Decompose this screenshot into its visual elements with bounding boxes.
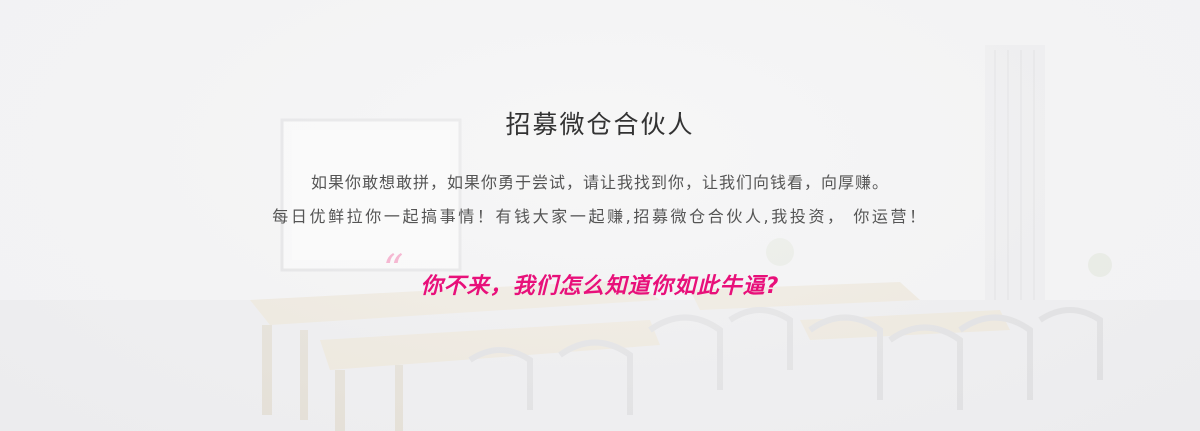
- banner-content: 招募微仓合伙人 如果你敢想敢拼，如果你勇于尝试，请让我找到你，让我们向钱看，向厚…: [0, 0, 1200, 431]
- recruitment-banner: 招募微仓合伙人 如果你敢想敢拼，如果你勇于尝试，请让我找到你，让我们向钱看，向厚…: [0, 0, 1200, 431]
- banner-title: 招募微仓合伙人: [505, 110, 695, 139]
- banner-slogan: 你不来，我们怎么知道你如此牛逼?: [420, 274, 780, 299]
- banner-intro-line: 如果你敢想敢拼，如果你勇于尝试，请让我找到你，让我们向钱看，向厚赚。: [310, 173, 889, 192]
- banner-pitch-line: 每日优鲜拉你一起搞事情！有钱大家一起赚,招募微仓合伙人,我投资， 你运营！: [272, 207, 928, 226]
